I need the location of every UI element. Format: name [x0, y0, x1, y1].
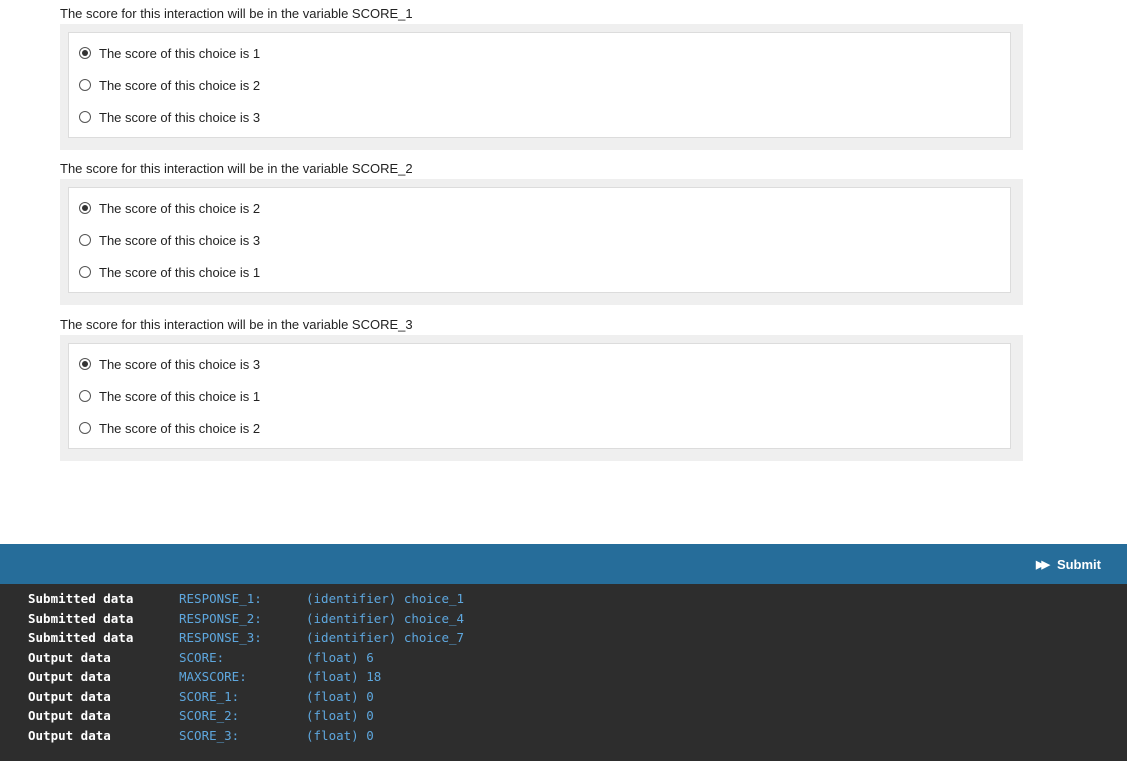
log-type: Submitted data	[28, 610, 134, 626]
submit-label: Submit	[1056, 556, 1101, 572]
console-row: Output data SCORE: (float) 6	[0, 650, 1127, 670]
choice-option[interactable]: The score of this choice is 3	[79, 224, 1010, 256]
choice-container: The score of this choice is 2 The score …	[60, 179, 1023, 305]
log-value: (float) 18	[306, 669, 382, 684]
choice-container: The score of this choice is 1 The score …	[60, 24, 1023, 150]
choice-list: The score of this choice is 2 The score …	[68, 187, 1011, 293]
radio-selected-icon[interactable]	[79, 202, 91, 214]
log-type: Output data	[28, 708, 111, 723]
log-variable: SCORE_3:	[179, 727, 240, 743]
log-variable: RESPONSE_3:	[179, 630, 262, 645]
interaction-prompt: The score for this interaction will be i…	[60, 317, 413, 332]
console-row: Submitted data RESPONSE_2: (identifier) …	[0, 611, 1127, 631]
radio-selected-icon[interactable]	[79, 358, 91, 370]
choice-label: The score of this choice is 1	[99, 45, 261, 61]
submit-button[interactable]: ▶▶ Submit	[1036, 544, 1101, 584]
choice-container: The score of this choice is 3 The score …	[60, 335, 1023, 461]
choice-label: The score of this choice is 1	[99, 264, 261, 280]
log-value: (float) 6	[306, 649, 374, 665]
fast-forward-icon: ▶▶	[1036, 558, 1050, 571]
log-variable: RESPONSE_1:	[179, 591, 262, 606]
choice-option[interactable]: The score of this choice is 3	[79, 101, 1010, 133]
choice-label: The score of this choice is 2	[99, 77, 261, 93]
radio-empty-icon[interactable]	[79, 79, 91, 91]
choice-option[interactable]: The score of this choice is 1	[79, 37, 1010, 69]
log-variable: SCORE:	[179, 649, 225, 665]
action-toolbar: ▶▶ Submit	[0, 544, 1127, 584]
choice-label: The score of this choice is 3	[99, 232, 261, 248]
log-value: (float) 0	[306, 708, 374, 723]
choice-label: The score of this choice is 3	[99, 356, 261, 372]
choice-option[interactable]: The score of this choice is 1	[79, 380, 1010, 412]
radio-empty-icon[interactable]	[79, 111, 91, 123]
console-row: Output data SCORE_3: (float) 0	[0, 728, 1127, 748]
choice-option[interactable]: The score of this choice is 2	[79, 69, 1010, 101]
choice-label: The score of this choice is 2	[99, 420, 261, 436]
choice-list: The score of this choice is 1 The score …	[68, 32, 1011, 138]
log-type: Output data	[28, 688, 111, 704]
console-row: Output data MAXSCORE: (float) 18	[0, 669, 1127, 689]
console-row: Output data SCORE_1: (float) 0	[0, 689, 1127, 709]
log-variable: SCORE_1:	[179, 688, 240, 704]
log-type: Output data	[28, 727, 111, 743]
log-variable: MAXSCORE:	[179, 669, 247, 684]
radio-empty-icon[interactable]	[79, 234, 91, 246]
log-value: (float) 0	[306, 688, 374, 704]
radio-empty-icon[interactable]	[79, 422, 91, 434]
log-value: (identifier) choice_7	[306, 630, 465, 645]
interaction-prompt: The score for this interaction will be i…	[60, 6, 413, 21]
choice-option[interactable]: The score of this choice is 1	[79, 256, 1010, 288]
choice-option[interactable]: The score of this choice is 2	[79, 412, 1010, 444]
log-type: Output data	[28, 649, 111, 665]
radio-empty-icon[interactable]	[79, 266, 91, 278]
log-value: (identifier) choice_4	[306, 610, 465, 626]
choice-option[interactable]: The score of this choice is 2	[79, 192, 1010, 224]
choice-label: The score of this choice is 3	[99, 109, 261, 125]
output-console: Submitted data RESPONSE_1: (identifier) …	[0, 584, 1127, 761]
log-variable: RESPONSE_2:	[179, 610, 262, 626]
choice-interaction-3: The score for this interaction will be i…	[60, 311, 1023, 461]
console-row: Submitted data RESPONSE_1: (identifier) …	[0, 591, 1127, 611]
interaction-prompt: The score for this interaction will be i…	[60, 161, 413, 176]
choice-list: The score of this choice is 3 The score …	[68, 343, 1011, 449]
log-value: (float) 0	[306, 727, 374, 743]
choice-interaction-1: The score for this interaction will be i…	[60, 0, 1023, 150]
choice-option[interactable]: The score of this choice is 3	[79, 348, 1010, 380]
console-row: Output data SCORE_2: (float) 0	[0, 708, 1127, 728]
choice-label: The score of this choice is 2	[99, 200, 261, 216]
page: The score for this interaction will be i…	[0, 0, 1127, 761]
radio-empty-icon[interactable]	[79, 390, 91, 402]
log-type: Submitted data	[28, 630, 134, 645]
log-variable: SCORE_2:	[179, 708, 240, 723]
choice-interaction-2: The score for this interaction will be i…	[60, 155, 1023, 305]
log-type: Output data	[28, 669, 111, 684]
console-row: Submitted data RESPONSE_3: (identifier) …	[0, 630, 1127, 650]
choice-label: The score of this choice is 1	[99, 388, 261, 404]
radio-selected-icon[interactable]	[79, 47, 91, 59]
log-type: Submitted data	[28, 591, 134, 606]
log-value: (identifier) choice_1	[306, 591, 465, 606]
